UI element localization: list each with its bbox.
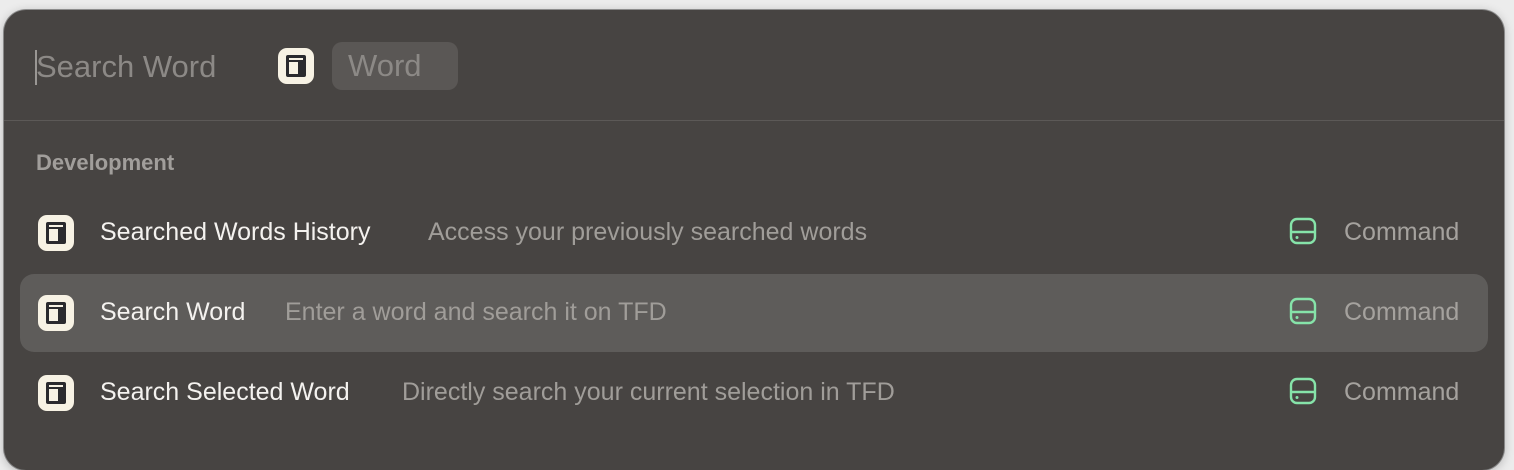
list-item-type: Command	[1344, 298, 1460, 326]
book-icon	[38, 295, 74, 331]
list-item-search-word[interactable]: Search Word Enter a word and search it o…	[20, 274, 1488, 352]
word-argument-field[interactable]	[332, 42, 458, 90]
search-bar	[4, 10, 1504, 121]
list-item-type: Command	[1344, 218, 1460, 246]
hard-drive-icon	[1289, 297, 1317, 325]
book-icon	[278, 48, 314, 84]
list-item-subtitle: Access your previously searched words	[428, 218, 868, 246]
list-item-title: Search Word	[100, 298, 246, 326]
list-item-type: Command	[1344, 378, 1460, 406]
list-item-subtitle: Directly search your current selection i…	[402, 378, 895, 406]
book-icon	[38, 375, 74, 411]
hard-drive-icon	[1289, 217, 1317, 245]
list-item-title: Search Selected Word	[100, 378, 350, 406]
list-item-subtitle: Enter a word and search it on TFD	[285, 298, 667, 326]
book-icon	[38, 215, 74, 251]
section-title: Development	[36, 150, 175, 175]
list-item-search-selected-word[interactable]: Search Selected Word Directly search you…	[20, 354, 1488, 432]
list-item-title: Searched Words History	[100, 218, 371, 246]
launcher-window: Development Searched Words History Acces…	[4, 10, 1504, 470]
search-input[interactable]	[36, 43, 256, 91]
list-item-searched-words-history[interactable]: Searched Words History Access your previ…	[20, 194, 1488, 272]
hard-drive-icon	[1289, 377, 1317, 405]
